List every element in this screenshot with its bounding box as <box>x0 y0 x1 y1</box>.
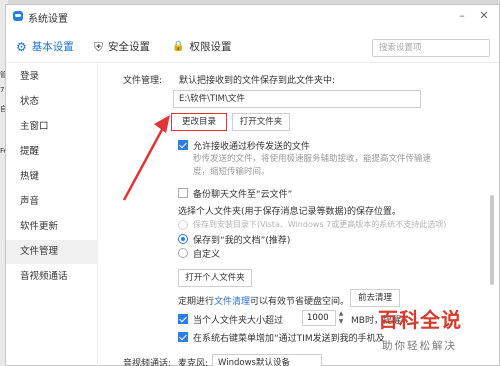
arrow-shaft <box>122 125 166 201</box>
watermark-title: 百科全说 <box>378 308 462 332</box>
watermark-subtitle: 助你轻松解决 <box>382 340 457 352</box>
